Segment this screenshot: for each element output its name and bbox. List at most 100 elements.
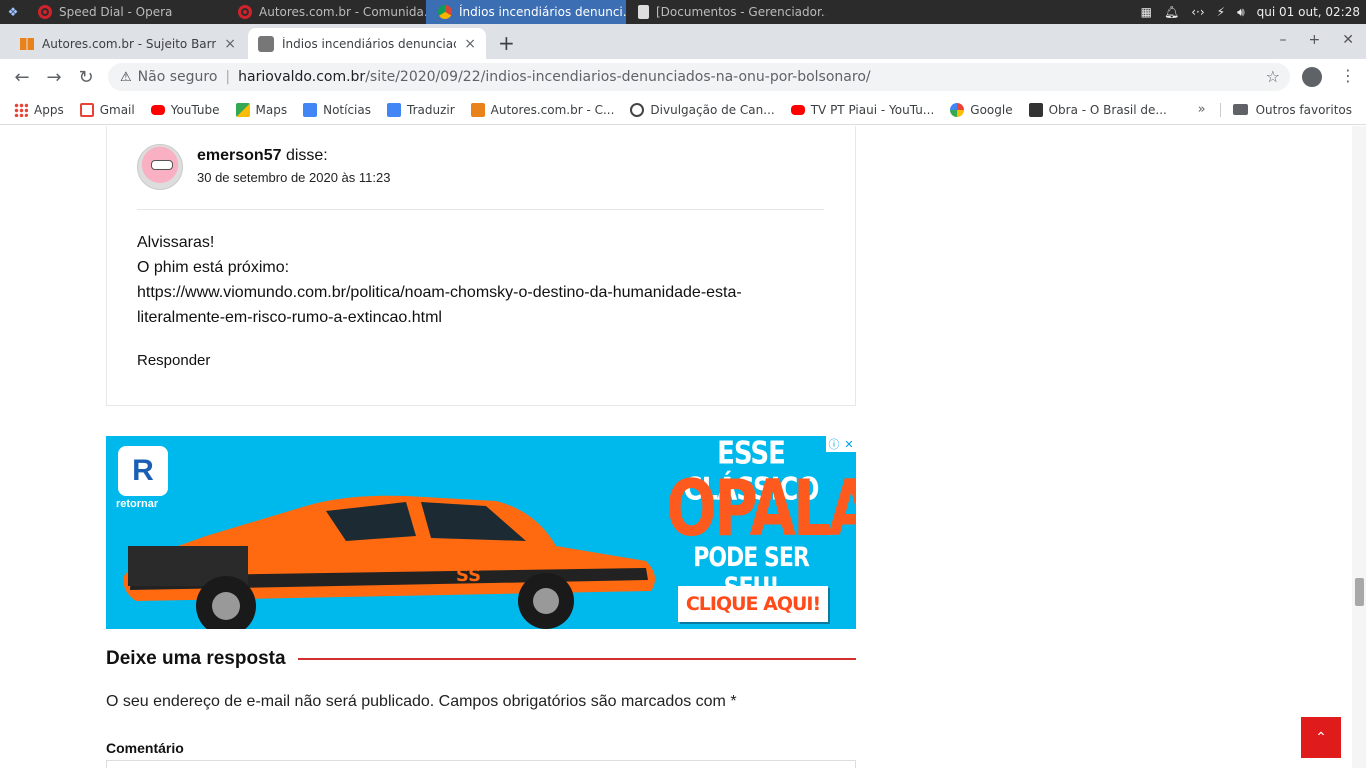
person-favicon-icon	[258, 35, 274, 52]
orange-car-image: SS	[123, 495, 655, 629]
svg-text:SS: SS	[456, 565, 481, 586]
task-label: Índios incendiários denunci...	[459, 5, 626, 19]
book-favicon-icon	[20, 37, 34, 50]
browser-toolbar: ← → ↻ ⚠ Não seguro | hariovaldo.com.br/s…	[0, 59, 1366, 95]
obra-icon	[1028, 102, 1043, 117]
comment-said: disse:	[285, 147, 328, 164]
opera-icon	[238, 5, 252, 19]
bookmark-maps[interactable]: Maps	[235, 102, 288, 117]
address-bar[interactable]: ⚠ Não seguro | hariovaldo.com.br/site/20…	[108, 63, 1290, 91]
bookmark-obra[interactable]: Obra - O Brasil de...	[1028, 102, 1167, 117]
start-menu-icon[interactable]: ❖	[0, 0, 26, 24]
google-icon	[950, 102, 965, 117]
comment-author[interactable]: emerson57	[197, 147, 282, 164]
notification-bell-icon[interactable]: 🔔︎	[1164, 5, 1179, 19]
security-label[interactable]: Não seguro	[138, 69, 218, 85]
tab-label: Índios incendiários denunciado	[282, 36, 457, 51]
reply-section-title: Deixe uma resposta	[106, 648, 286, 669]
bookmark-autores[interactable]: Autores.com.br - C...	[470, 102, 614, 117]
bookmark-label: Google	[970, 102, 1013, 117]
bookmark-noticias[interactable]: Notícias	[303, 102, 371, 117]
tab-indios[interactable]: Índios incendiários denunciado ×	[248, 28, 486, 59]
taskbar-item-autores[interactable]: Autores.com.br - Comunida...	[226, 0, 426, 24]
folder-icon	[1232, 104, 1248, 115]
news-icon	[303, 102, 318, 117]
bookmark-label: Notícias	[323, 102, 371, 117]
bookmark-traduzir[interactable]: Traduzir	[387, 102, 455, 117]
document-icon	[638, 5, 649, 19]
comment-date[interactable]: 30 de setembro de 2020 às 11:23	[197, 170, 390, 185]
warning-icon[interactable]: ⚠	[120, 70, 132, 85]
bookmark-gmail[interactable]: Gmail	[79, 102, 135, 117]
reply-link[interactable]: Responder	[137, 352, 210, 369]
ad-product: OPALA	[666, 463, 856, 555]
tab-autores[interactable]: Autores.com.br - Sujeito Barroc ×	[10, 28, 246, 59]
close-window-icon[interactable]: ✕	[1342, 32, 1354, 48]
minimize-icon[interactable]: –	[1280, 32, 1287, 48]
window-controls: – + ✕	[1280, 32, 1354, 48]
power-icon[interactable]: ⚡︎	[1217, 5, 1225, 19]
comment-field-label: Comentário	[106, 740, 184, 756]
clock[interactable]: qui 01 out, 02:28	[1257, 5, 1360, 19]
globe-icon	[630, 102, 645, 117]
maps-icon	[235, 102, 250, 117]
apps-tray-icon[interactable]: ▦	[1141, 5, 1152, 19]
comment-line: Alvissaras!	[137, 234, 215, 251]
comment-link[interactable]: https://www.viomundo.com.br/politica/noa…	[137, 280, 827, 330]
comment-divider	[137, 209, 824, 210]
page-scrollbar[interactable]	[1352, 126, 1366, 768]
taskbar-item-speed-dial[interactable]: Speed Dial - Opera	[26, 0, 226, 24]
back-icon[interactable]: ←	[6, 67, 38, 88]
address-separator: |	[225, 69, 231, 85]
bookmark-tv-pt-piaui[interactable]: TV PT Piaui - YouTu...	[790, 102, 935, 117]
commenter-avatar	[137, 144, 183, 190]
bookmark-label: YouTube	[170, 102, 220, 117]
profile-avatar-icon[interactable]	[1302, 67, 1322, 87]
form-notice: O seu endereço de e-mail não será public…	[106, 693, 737, 710]
bookmark-youtube[interactable]: YouTube	[150, 102, 220, 117]
taskbar-item-indios[interactable]: Índios incendiários denunci...	[426, 0, 626, 24]
book-icon	[470, 102, 485, 117]
more-menu-icon[interactable]: ⋮	[1340, 66, 1356, 85]
bookmark-apps[interactable]: Apps	[14, 102, 64, 117]
gmail-icon	[79, 102, 94, 117]
url-host: hariovaldo.com.br	[238, 69, 366, 85]
bookmark-google[interactable]: Google	[950, 102, 1013, 117]
youtube-icon	[150, 104, 165, 115]
forward-icon[interactable]: →	[38, 67, 70, 88]
tab-close-icon[interactable]: ×	[224, 36, 236, 52]
comment-body: Alvissaras! O phim está próximo: https:/…	[137, 230, 827, 330]
tab-close-icon[interactable]: ×	[464, 36, 476, 52]
task-label: Speed Dial - Opera	[59, 5, 173, 19]
folder-label: Outros favoritos	[1255, 102, 1352, 117]
ad-close-icon[interactable]: ✕	[844, 438, 853, 451]
reload-icon[interactable]: ↻	[70, 67, 102, 88]
translate-icon	[387, 102, 401, 117]
scrollbar-thumb[interactable]	[1355, 578, 1364, 606]
bookmark-star-icon[interactable]: ☆	[1266, 67, 1280, 86]
network-icon[interactable]: ‹·›	[1191, 5, 1204, 19]
comment-line: O phim está próximo:	[137, 259, 290, 276]
ad-info-icon[interactable]: ⓘ	[828, 436, 839, 452]
maximize-icon[interactable]: +	[1309, 32, 1321, 48]
bookmark-divulgacao[interactable]: Divulgação de Can...	[630, 102, 775, 117]
bookmark-label: TV PT Piaui - YouTu...	[810, 102, 935, 117]
url-path: /site/2020/09/22/indios-incendiarios-den…	[365, 69, 871, 85]
other-bookmarks-folder[interactable]: Outros favoritos	[1219, 102, 1352, 117]
new-tab-button[interactable]: +	[498, 31, 515, 55]
ad-cta-button[interactable]: CLIQUE AQUI!	[678, 586, 828, 622]
bookmark-label: Apps	[34, 102, 64, 117]
bookmarks-overflow-button[interactable]: »	[1198, 102, 1206, 117]
taskbar-item-documentos[interactable]: [Documentos - Gerenciador...	[626, 0, 826, 24]
web-page: emerson57 disse: 30 de setembro de 2020 …	[0, 126, 1366, 768]
comment-textarea[interactable]	[106, 760, 856, 768]
volume-icon[interactable]: 🔊︎	[1237, 5, 1245, 20]
task-label: Autores.com.br - Comunida...	[259, 5, 426, 19]
back-to-top-button[interactable]: ⌃	[1301, 717, 1341, 758]
bookmark-label: Maps	[255, 102, 288, 117]
bookmark-label: Obra - O Brasil de...	[1048, 102, 1167, 117]
os-taskbar: ❖ Speed Dial - Opera Autores.com.br - Co…	[0, 0, 1366, 24]
advertisement-banner[interactable]: R retornar SS ESSE CLÁSSICO OPALA PODE S…	[106, 436, 856, 629]
bookmark-label: Traduzir	[407, 102, 455, 117]
bookmark-label: Gmail	[99, 102, 135, 117]
